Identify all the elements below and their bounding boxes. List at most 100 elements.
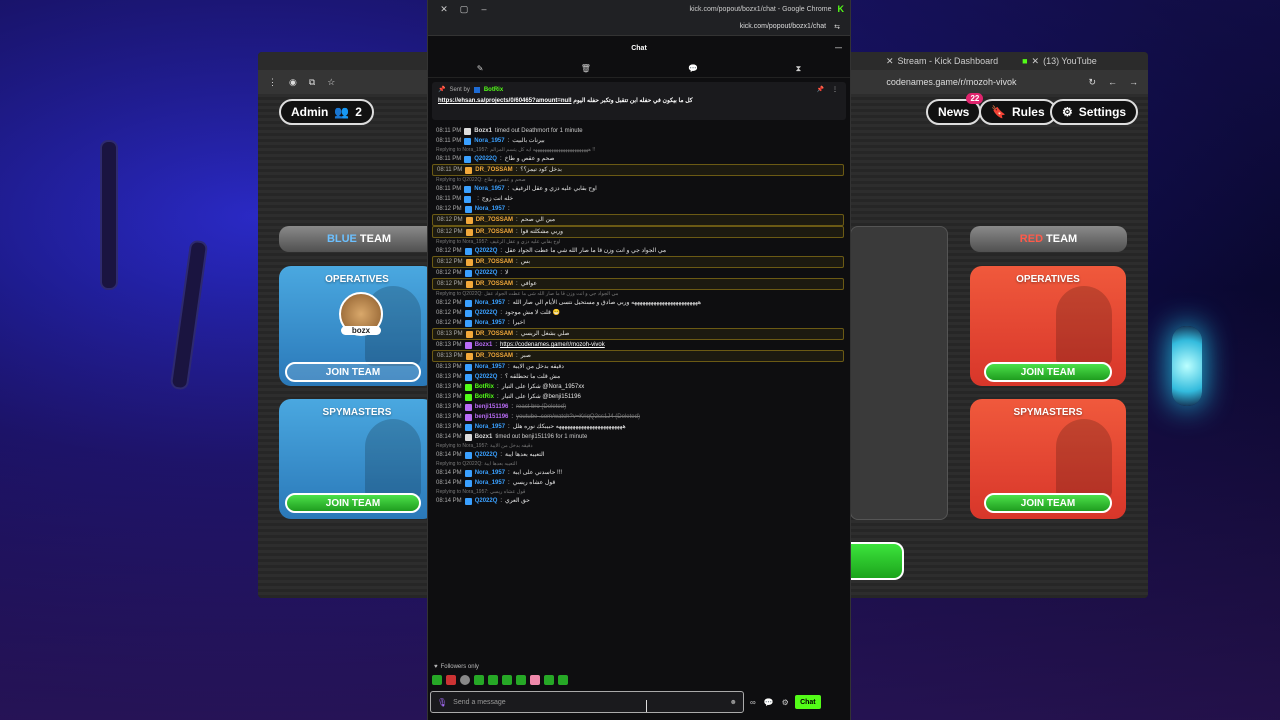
emoji-icon[interactable]: ☻ — [730, 699, 737, 706]
reply-context[interactable]: Replying to Q2022Q: مي الجواد جي و انت و… — [436, 290, 840, 298]
message-username[interactable]: benji151196 — [475, 402, 509, 412]
minimize-icon[interactable]: – — [474, 4, 494, 14]
message-username[interactable]: Bozx1 — [474, 126, 492, 136]
join-team-button[interactable]: JOIN TEAM — [285, 493, 421, 513]
reply-context[interactable]: Replying to Nora_1957: دقيقه بدخل من الا… — [436, 442, 840, 450]
news-button[interactable]: News 22 — [926, 93, 984, 125]
back-icon[interactable]: ← — [1108, 77, 1117, 87]
message-time: 08:13 PM — [436, 364, 462, 370]
popout-url[interactable]: kick.com/popout/bozx1/chat — [740, 23, 826, 30]
mic-icon[interactable]: 🎙 — [437, 698, 447, 707]
user-badge-icon — [464, 205, 472, 213]
message-username[interactable]: Nora_1957 — [475, 318, 505, 328]
message-username[interactable]: Q2022Q — [475, 496, 498, 506]
rules-button[interactable]: 🔖 Rules — [979, 99, 1057, 125]
chat-input[interactable]: 🎙 Send a message ☻ — [430, 691, 744, 713]
message-username[interactable]: benji151196 — [475, 412, 509, 422]
gear-icon[interactable]: ⚙ — [782, 698, 789, 707]
join-team-button[interactable]: JOIN TEAM — [984, 493, 1112, 513]
emote-icon[interactable] — [558, 675, 568, 685]
chat-bubble-icon[interactable]: 💬 — [688, 64, 698, 73]
emote-icon[interactable] — [502, 675, 512, 685]
message-username[interactable]: Nora_1957 — [475, 204, 505, 214]
message-username[interactable]: DR_7OSSAM — [476, 279, 513, 289]
message-username[interactable]: Q2022Q — [474, 154, 497, 164]
user-badge-icon — [465, 352, 473, 360]
reply-context[interactable]: Replying to Q2022Q: صحم و عقص و طاخ — [436, 176, 840, 184]
message-username[interactable]: Nora_1957 — [475, 468, 505, 478]
forward-icon[interactable]: → — [1129, 77, 1138, 87]
join-team-button[interactable]: JOIN TEAM — [285, 362, 421, 382]
more-icon[interactable]: ⋮ — [268, 77, 277, 88]
message-username[interactable]: Q2022Q — [475, 246, 498, 256]
message-username[interactable]: Q2022Q — [475, 450, 498, 460]
settings-button[interactable]: ⚙ Settings — [1050, 99, 1139, 125]
reply-context[interactable]: Replying to Nora_1957: ههههههههههههههههه… — [436, 146, 840, 154]
emote-icon[interactable] — [516, 675, 526, 685]
extension-icon[interactable]: ◉ — [289, 77, 297, 88]
message-username[interactable]: BotRix — [475, 382, 494, 392]
star-icon[interactable]: ☆ — [327, 77, 335, 88]
close-icon[interactable]: ✕ — [434, 4, 454, 15]
message-username[interactable]: Q2022Q — [475, 372, 498, 382]
message-username[interactable]: DR_7OSSAM — [475, 165, 512, 175]
chat-bubble-icon[interactable]: 💬 — [764, 698, 774, 707]
hourglass-icon[interactable]: ⧗ — [796, 64, 802, 74]
colon-separator: : — [516, 229, 518, 235]
pin-icon[interactable]: 📌 — [817, 86, 824, 93]
reply-context[interactable]: Replying to Nora_1957: قول عشاه ريسي — [436, 488, 840, 496]
chat-message: Replying to Q2022Q: مي الجواد جي و انت و… — [432, 290, 844, 308]
emote-icon[interactable] — [446, 675, 456, 685]
message-username[interactable]: Bozx1 — [475, 432, 493, 442]
message-username[interactable]: DR_7OSSAM — [476, 351, 513, 361]
emote-icon[interactable] — [432, 675, 442, 685]
kick-coins-icon[interactable]: ∞ — [750, 698, 756, 707]
trash-icon[interactable]: 🗑 — [581, 64, 591, 73]
message-username[interactable]: Nora_1957 — [475, 298, 505, 308]
emote-icon[interactable] — [460, 675, 470, 685]
admin-button[interactable]: Admin 👥 2 — [279, 99, 374, 125]
bg-url[interactable]: codenames.game/r/mozoh-vivok — [886, 77, 1016, 87]
reply-context[interactable]: Replying to Q2022Q: التعيبه بعدها ايبة — [436, 460, 840, 468]
reply-context[interactable]: Replying to Nora_1957: اوح بقابي عليه دز… — [436, 238, 840, 246]
start-game-button[interactable] — [850, 542, 904, 580]
message-link[interactable]: https://codenames.game/r/mozoh-vivok — [500, 340, 605, 350]
x-icon[interactable]: ✕ — [1032, 56, 1040, 67]
message-username[interactable]: Nora_1957 — [475, 478, 505, 488]
minimize-chat-icon[interactable]: — — [835, 45, 842, 52]
message-username[interactable]: Nora_1957 — [474, 136, 504, 146]
pin-icon[interactable]: ✎ — [477, 64, 484, 73]
message-text: بدخل كود تيمز؟؟ — [520, 167, 562, 173]
settings-icon[interactable]: ⇆ — [834, 23, 840, 31]
emote-icon[interactable] — [488, 675, 498, 685]
message-time: 08:13 PM — [436, 414, 462, 420]
message-username[interactable]: Nora_1957 — [475, 422, 505, 432]
emote-icon[interactable] — [544, 675, 554, 685]
send-chat-button[interactable]: Chat — [794, 695, 821, 709]
pinned-bot-name[interactable]: BotRix — [484, 87, 503, 93]
message-username[interactable]: Nora_1957 — [474, 184, 504, 194]
maximize-icon[interactable]: ▢ — [454, 4, 474, 15]
pinned-link[interactable]: https://ehsan.sa/projects/0/60465?amount… — [438, 98, 572, 104]
bg-tab-kick[interactable]: ✕ Stream - Kick Dashboard — [878, 52, 1006, 70]
message-username[interactable]: Q2022Q — [475, 268, 498, 278]
emote-icon[interactable] — [474, 675, 484, 685]
emote-icon[interactable] — [530, 675, 540, 685]
bg-tab-youtube[interactable]: ■ ✕ (13) YouTube — [1014, 52, 1105, 70]
more-icon[interactable]: ⋮ — [832, 86, 838, 93]
message-username[interactable]: Bozx1 — [475, 340, 493, 350]
x-icon[interactable]: ✕ — [886, 56, 894, 67]
message-username[interactable]: Q2022Q — [475, 308, 498, 318]
user-badge-icon — [464, 319, 472, 327]
message-username[interactable]: Nora_1957 — [475, 362, 505, 372]
card-title: SPYMASTERS — [322, 407, 392, 418]
message-username[interactable]: BotRix — [475, 392, 494, 402]
join-team-button[interactable]: JOIN TEAM — [984, 362, 1112, 382]
message-time: 08:14 PM — [436, 470, 462, 476]
puzzle-icon[interactable]: ⧉ — [309, 77, 315, 88]
reload-icon[interactable]: ↻ — [1088, 77, 1096, 88]
message-username[interactable]: DR_7OSSAM — [476, 227, 513, 237]
message-username[interactable]: DR_7OSSAM — [476, 257, 513, 267]
message-username[interactable]: DR_7OSSAM — [476, 329, 513, 339]
message-username[interactable]: DR_7OSSAM — [476, 215, 513, 225]
